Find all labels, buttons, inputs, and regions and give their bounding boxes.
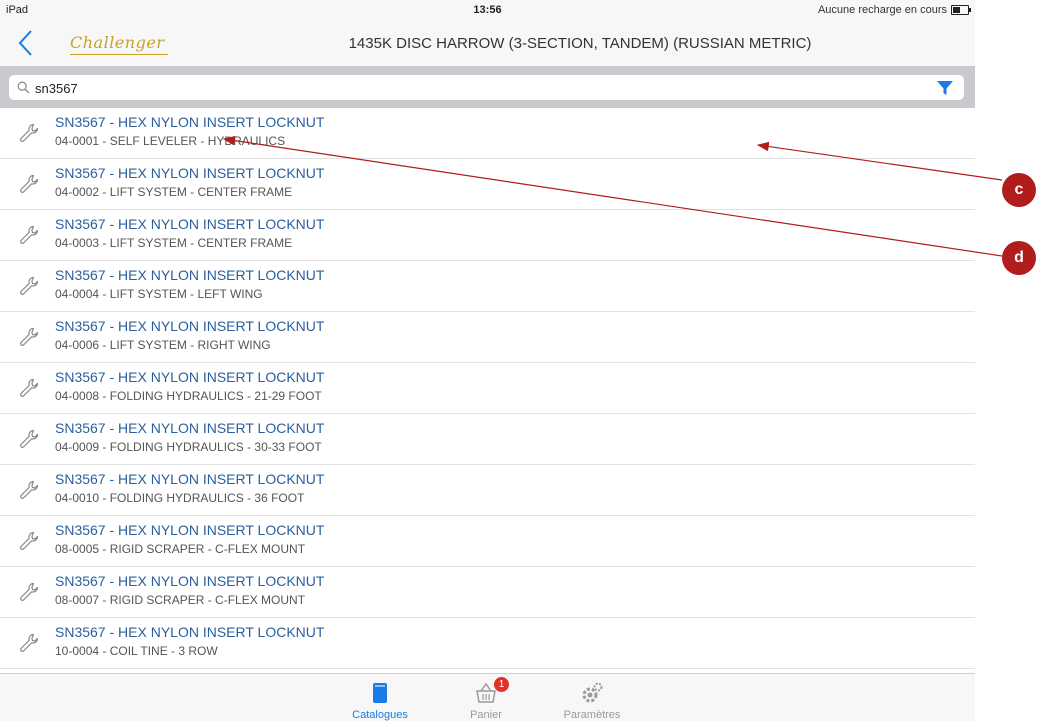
wrench-icon: [18, 479, 40, 501]
result-title: SN3567 - HEX NYLON INSERT LOCKNUT: [55, 471, 325, 487]
tab-parametres[interactable]: Paramètres: [552, 674, 632, 721]
result-row[interactable]: SN3567 - HEX NYLON INSERT LOCKNUT 04-0009…: [0, 414, 975, 465]
wrench-icon: [18, 428, 40, 450]
result-row[interactable]: SN3567 - HEX NYLON INSERT LOCKNUT 04-0002…: [0, 159, 975, 210]
search-icon: [17, 81, 30, 94]
result-row[interactable]: SN3567 - HEX NYLON INSERT LOCKNUT 04-0006…: [0, 312, 975, 363]
result-row[interactable]: SN3567 - HEX NYLON INSERT LOCKNUT 10-0004…: [0, 618, 975, 669]
page-title: 1435K DISC HARROW (3-SECTION, TANDEM) (R…: [348, 35, 812, 52]
result-title: SN3567 - HEX NYLON INSERT LOCKNUT: [55, 522, 325, 538]
cart-badge: 1: [494, 677, 509, 692]
result-title: SN3567 - HEX NYLON INSERT LOCKNUT: [55, 165, 325, 181]
wrench-icon: [18, 275, 40, 297]
search-bar: [0, 66, 975, 108]
result-title: SN3567 - HEX NYLON INSERT LOCKNUT: [55, 369, 325, 385]
status-bar: iPad 13:56 Aucune recharge en cours: [0, 0, 975, 20]
tab-catalogues-label: Catalogues: [352, 709, 408, 721]
filter-icon[interactable]: [936, 79, 954, 97]
result-title: SN3567 - HEX NYLON INSERT LOCKNUT: [55, 318, 325, 334]
search-field[interactable]: [9, 75, 964, 100]
result-title: SN3567 - HEX NYLON INSERT LOCKNUT: [55, 624, 325, 640]
result-subtitle: 04-0010 - FOLDING HYDRAULICS - 36 FOOT: [55, 491, 305, 505]
tab-catalogues[interactable]: Catalogues: [340, 674, 420, 721]
wrench-icon: [18, 530, 40, 552]
result-subtitle: 04-0009 - FOLDING HYDRAULICS - 30-33 FOO…: [55, 440, 322, 454]
result-row[interactable]: SN3567 - HEX NYLON INSERT LOCKNUT 08-0007…: [0, 567, 975, 618]
result-subtitle: 08-0005 - RIGID SCRAPER - C-FLEX MOUNT: [55, 542, 306, 556]
result-title: SN3567 - HEX NYLON INSERT LOCKNUT: [55, 420, 325, 436]
wrench-icon: [18, 377, 40, 399]
result-subtitle: 04-0008 - FOLDING HYDRAULICS - 21-29 FOO…: [55, 389, 322, 403]
gear-icon: [582, 682, 603, 703]
result-row[interactable]: SN3567 - HEX NYLON INSERT LOCKNUT 04-0004…: [0, 261, 975, 312]
result-title: SN3567 - HEX NYLON INSERT LOCKNUT: [55, 114, 325, 130]
search-input[interactable]: [35, 79, 895, 97]
result-subtitle: 04-0004 - LIFT SYSTEM - LEFT WING: [55, 287, 263, 301]
annotation-c-badge: c: [1002, 173, 1036, 207]
wrench-icon: [18, 326, 40, 348]
battery-icon: [951, 5, 971, 15]
tab-bar: Catalogues 1 Panier Paramètres: [0, 673, 975, 721]
tab-panier[interactable]: 1 Panier: [446, 674, 526, 721]
tab-parametres-label: Paramètres: [563, 709, 621, 721]
result-row[interactable]: SN3567 - HEX NYLON INSERT LOCKNUT 04-0008…: [0, 363, 975, 414]
result-subtitle: 10-0004 - COIL TINE - 3 ROW: [55, 644, 218, 658]
book-icon: [373, 683, 387, 703]
app-window: iPad 13:56 Aucune recharge en cours Chal…: [0, 0, 975, 721]
result-subtitle: 04-0002 - LIFT SYSTEM - CENTER FRAME: [55, 185, 293, 199]
result-subtitle: 08-0007 - RIGID SCRAPER - C-FLEX MOUNT: [55, 593, 306, 607]
charge-status: Aucune recharge en cours: [817, 4, 947, 16]
annotation-d-badge: d: [1002, 241, 1036, 275]
result-row[interactable]: SN3567 - HEX NYLON INSERT LOCKNUT 04-0003…: [0, 210, 975, 261]
logo-underline: [70, 54, 168, 55]
wrench-icon: [18, 581, 40, 603]
wrench-icon: [18, 224, 40, 246]
result-row[interactable]: SN3567 - HEX NYLON INSERT LOCKNUT 04-0010…: [0, 465, 975, 516]
wrench-icon: [18, 632, 40, 654]
wrench-icon: [18, 173, 40, 195]
result-subtitle: 04-0001 - SELF LEVELER - HYDRAULICS: [55, 134, 286, 148]
results-list: SN3567 - HEX NYLON INSERT LOCKNUT 04-0001…: [0, 108, 975, 673]
result-row[interactable]: SN3567 - HEX NYLON INSERT LOCKNUT 04-0001…: [0, 108, 975, 159]
result-title: SN3567 - HEX NYLON INSERT LOCKNUT: [55, 267, 325, 283]
result-title: SN3567 - HEX NYLON INSERT LOCKNUT: [55, 216, 325, 232]
wrench-icon: [18, 122, 40, 144]
result-row[interactable]: SN3567 - HEX NYLON INSERT LOCKNUT 08-0005…: [0, 516, 975, 567]
result-subtitle: 04-0006 - LIFT SYSTEM - RIGHT WING: [55, 338, 271, 352]
tab-panier-label: Panier: [470, 709, 502, 721]
result-title: SN3567 - HEX NYLON INSERT LOCKNUT: [55, 573, 325, 589]
nav-bar: Challenger 1435K DISC HARROW (3-SECTION,…: [0, 20, 975, 66]
result-subtitle: 04-0003 - LIFT SYSTEM - CENTER FRAME: [55, 236, 293, 250]
